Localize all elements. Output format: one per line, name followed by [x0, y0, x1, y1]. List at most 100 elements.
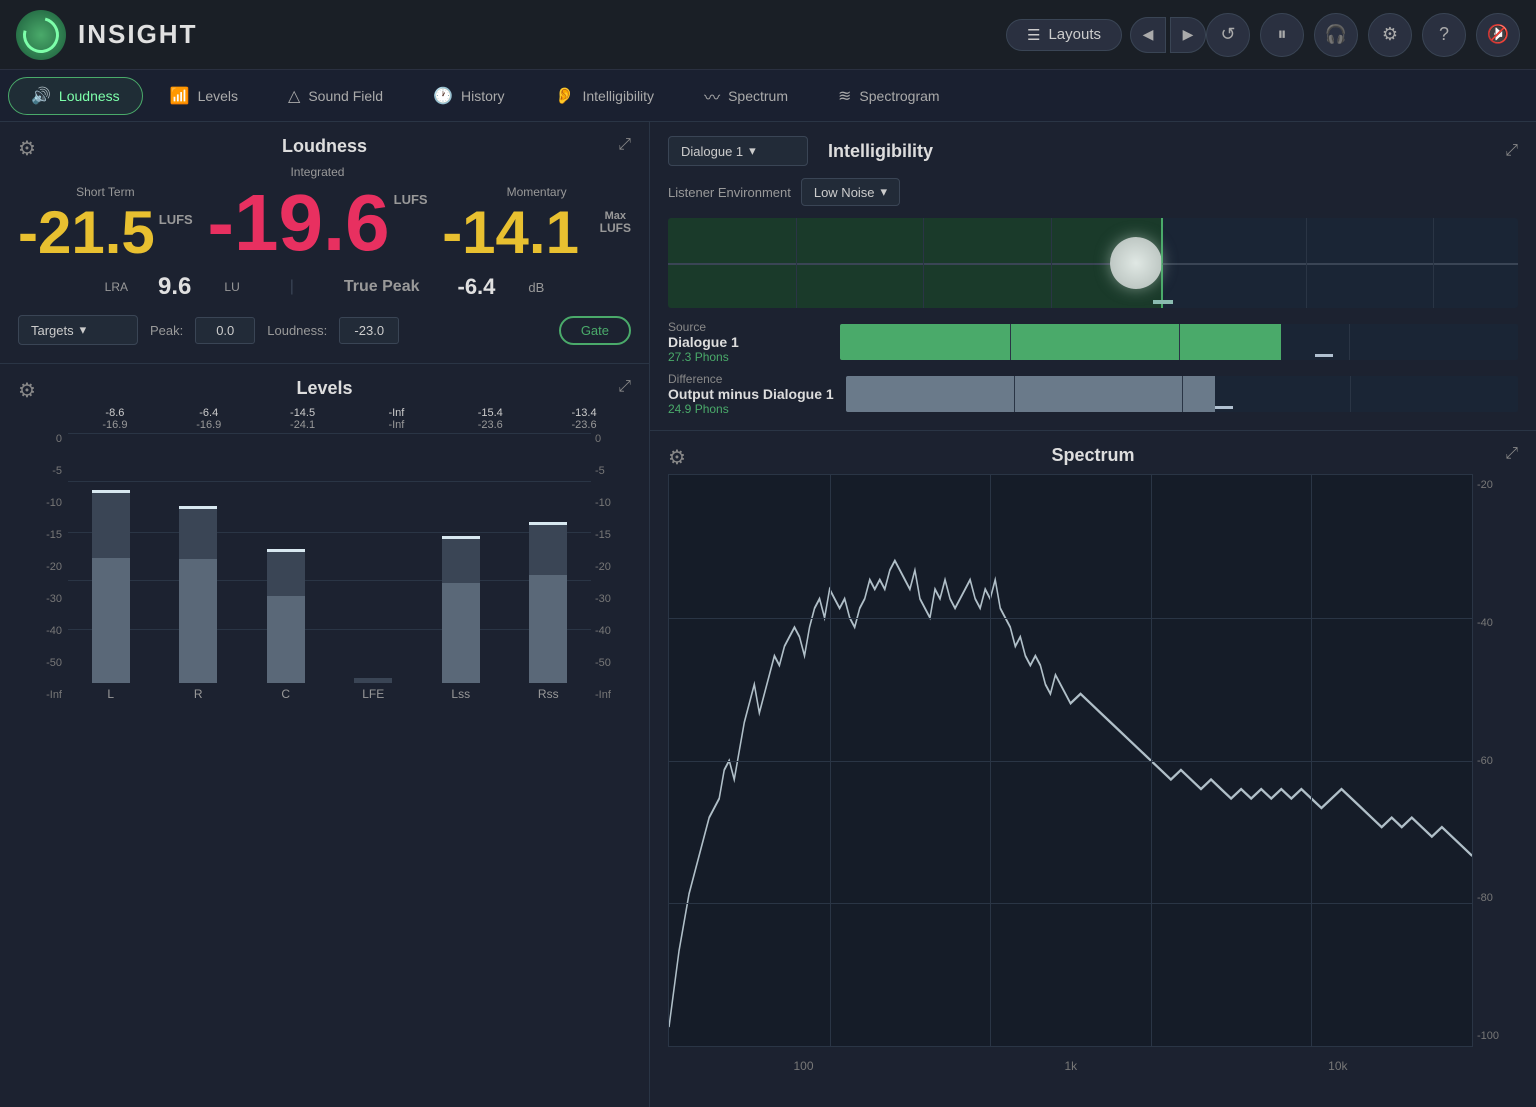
listener-env-dropdown[interactable]: Low Noise ▾ — [801, 178, 900, 206]
spec-vgrid3 — [1151, 475, 1152, 1046]
ch-Rss-peak: -13.4 — [537, 407, 631, 419]
dialogue-chevron-icon: ▾ — [749, 143, 756, 159]
gate-button[interactable]: Gate — [559, 316, 631, 345]
source-dialogue-name: Dialogue 1 — [668, 334, 828, 350]
spectrum-line — [669, 561, 1472, 1027]
pause-button[interactable]: ⏸ — [1260, 13, 1304, 57]
targets-dropdown[interactable]: Targets ▾ — [18, 315, 138, 345]
intelligibility-section: Dialogue 1 ▾ Intelligibility ⤢ Listener … — [650, 122, 1536, 431]
bar-Lss: Lss — [418, 433, 504, 701]
diff-bar — [846, 376, 1518, 412]
tab-spectrum[interactable]: 〰 Spectrum — [681, 77, 811, 115]
loudness-ctrl-label: Loudness: — [267, 323, 327, 338]
loudness-tab-label: Loudness — [59, 88, 120, 104]
bar-C: C — [243, 433, 329, 701]
bar-R-fill — [179, 506, 217, 683]
integrated-meter: Integrated -19.6LUFS — [207, 165, 427, 263]
loudness-gear-button[interactable]: ⚙ — [18, 136, 36, 161]
loudness-input[interactable] — [339, 317, 399, 344]
tab-levels[interactable]: 📶 Levels — [147, 77, 261, 115]
ch-Rss-stats: -13.4 -23.6 — [537, 407, 631, 431]
loudness-tab-icon: 🔊 — [31, 86, 51, 106]
ch-R-rms: -16.9 — [162, 419, 256, 431]
source-row-dialogue: Source Dialogue 1 27.3 Phons — [668, 320, 1518, 364]
spectrum-tab-label: Spectrum — [728, 88, 788, 104]
y-label-30: -30 — [46, 593, 62, 605]
y-label-5: -5 — [52, 465, 62, 477]
true-peak-value: -6.4 — [458, 274, 496, 300]
intel-expand-button[interactable]: ⤢ — [1505, 142, 1518, 160]
ch-Lss-label: Lss — [451, 687, 470, 701]
tab-history[interactable]: 🕐 History — [410, 77, 527, 115]
y-label-20: -20 — [46, 561, 62, 573]
momentary-meter: Momentary -14.1 Max LUFS — [442, 185, 631, 263]
loudness-secondary: LRA 9.6 LU | True Peak -6.4 dB — [18, 273, 631, 301]
grid-v3 — [1051, 218, 1052, 308]
spectrum-section: ⚙ Spectrum ⤢ -20 -40 -60 -80 -100 — [650, 431, 1536, 1107]
logo-spinner — [16, 10, 65, 59]
ch-Rss-rms: -23.6 — [537, 419, 631, 431]
loop-button[interactable]: ↺ — [1206, 13, 1250, 57]
bar-R-peak — [179, 506, 217, 509]
left-panel: ⚙ Loudness ⤢ Short Term -21.5LUFS Integr… — [0, 122, 650, 1107]
tab-spectrogram[interactable]: ≋ Spectrogram — [815, 77, 963, 115]
loudness-meters: Short Term -21.5LUFS Integrated -19.6LUF… — [18, 165, 631, 263]
source-phons-value: 27.3 Phons — [668, 350, 828, 364]
layouts-label: Layouts — [1048, 26, 1101, 43]
levels-gear-button[interactable]: ⚙ — [18, 378, 36, 403]
bar-Lss-dark — [442, 536, 480, 583]
bar-L-peak — [92, 490, 130, 493]
next-arrow-button[interactable]: ▶ — [1170, 17, 1206, 53]
ch-L-rms: -16.9 — [68, 419, 162, 431]
spectrum-gear-button[interactable]: ⚙ — [668, 445, 686, 470]
spec-y-60: -60 — [1477, 755, 1514, 767]
ch-L-peak: -8.6 — [68, 407, 162, 419]
ch-Lss-stats: -15.4 -23.6 — [443, 407, 537, 431]
loudness-expand-button[interactable]: ⤢ — [618, 136, 631, 154]
help-button[interactable]: ? — [1422, 13, 1466, 57]
bar-L: L — [68, 433, 154, 701]
intel-header: Dialogue 1 ▾ Intelligibility ⤢ — [668, 136, 1518, 166]
levels-expand-button[interactable]: ⤢ — [618, 378, 631, 396]
grid-v2 — [923, 218, 924, 308]
bar-Rss-dark — [529, 522, 567, 575]
levels-title: Levels — [296, 378, 352, 399]
loudness-controls: Targets ▾ Peak: Loudness: Gate — [18, 315, 631, 345]
headphone-button[interactable]: 🎧 — [1314, 13, 1358, 57]
targets-label: Targets — [31, 323, 74, 338]
grid-v5 — [1433, 218, 1434, 308]
spec-vgrid2 — [990, 475, 991, 1046]
integrated-label: Integrated — [207, 165, 427, 179]
spectrum-display: -20 -40 -60 -80 -100 — [668, 474, 1518, 1077]
bar-grid1 — [1010, 324, 1011, 360]
dialogue-value: Dialogue 1 — [681, 144, 743, 159]
bar-C-dark — [267, 549, 305, 596]
lra-label: LRA — [105, 280, 128, 294]
mute-button[interactable]: 🔇 — [1476, 13, 1520, 57]
header-controls: ↺ ⏸ 🎧 ⚙ ? 🔇 — [1206, 13, 1520, 57]
bar-R-dark — [179, 506, 217, 559]
spectrum-expand-button[interactable]: ⤢ — [1505, 445, 1518, 463]
dialogue-dropdown[interactable]: Dialogue 1 ▾ — [668, 136, 808, 166]
peak-label: Peak: — [150, 323, 183, 338]
layouts-button[interactable]: ☰ Layouts — [1006, 19, 1122, 51]
tab-bar: 🔊 Loudness 📶 Levels △ Sound Field 🕐 Hist… — [0, 70, 1536, 122]
tab-soundfield[interactable]: △ Sound Field — [265, 77, 406, 115]
ch-L-stats: -8.6 -16.9 — [68, 407, 162, 431]
prev-arrow-button[interactable]: ◀ — [1130, 17, 1166, 53]
listener-chevron-icon: ▾ — [881, 184, 888, 200]
settings-button[interactable]: ⚙ — [1368, 13, 1412, 57]
diff-phons-unit: Phons — [695, 402, 729, 416]
y-right-40: -40 — [595, 625, 611, 637]
ch-C-rms: -24.1 — [256, 419, 350, 431]
momentary-label: Momentary — [442, 185, 631, 199]
spec-y-40: -40 — [1477, 617, 1514, 629]
y-axis-right: 0 -5 -10 -15 -20 -30 -40 -50 -Inf — [591, 433, 631, 723]
tab-loudness[interactable]: 🔊 Loudness — [8, 77, 143, 115]
tab-intelligibility[interactable]: 👂 Intelligibility — [532, 77, 678, 115]
bar-Rss: Rss — [506, 433, 592, 701]
hamburger-icon: ☰ — [1027, 26, 1040, 44]
peak-input[interactable] — [195, 317, 255, 344]
true-peak-label: True Peak — [344, 278, 420, 296]
momentary-unit: LUFS — [600, 222, 631, 234]
